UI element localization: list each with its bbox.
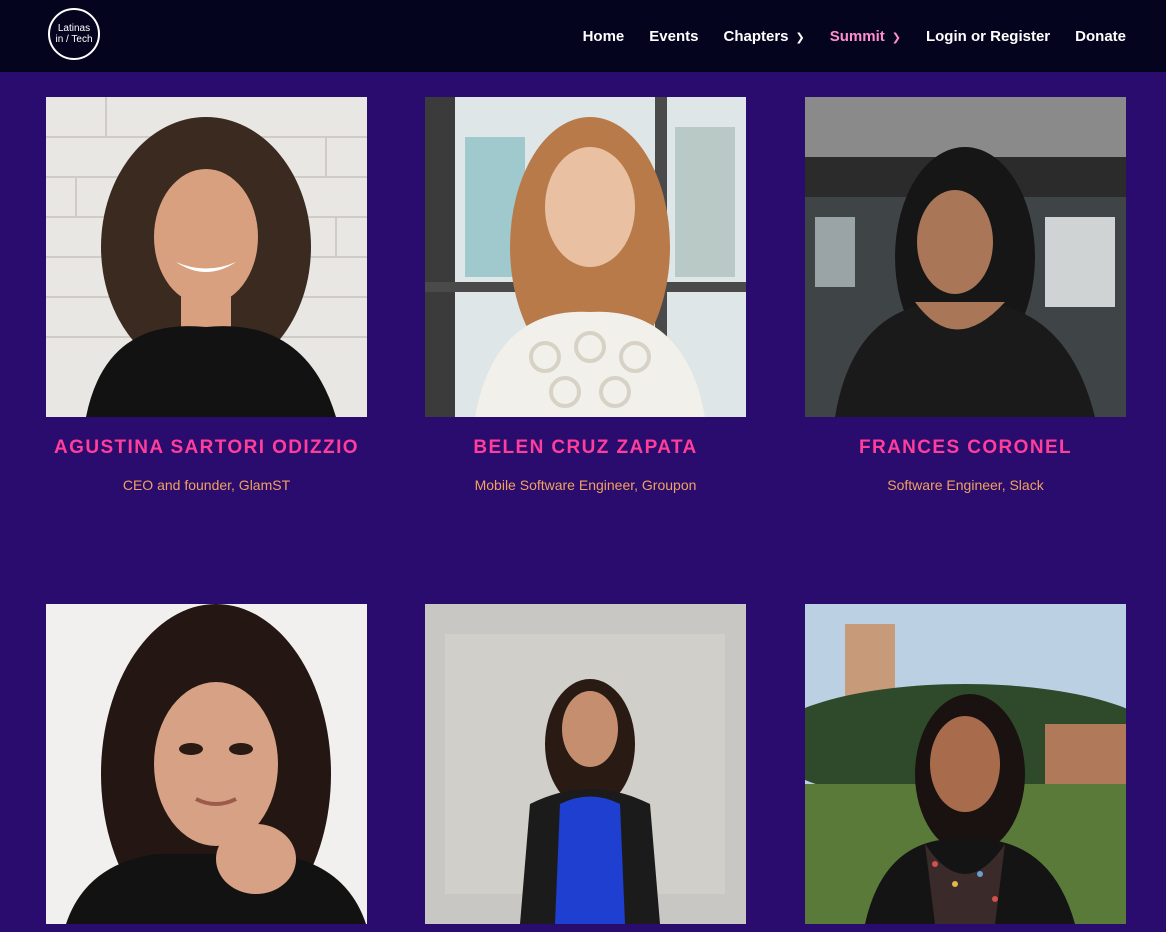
nav-summit-label: Summit <box>829 27 885 45</box>
nav-home-label: Home <box>582 27 625 45</box>
nav-login-register[interactable]: Login or Register <box>926 28 1050 45</box>
latinas-in-tech-logo[interactable]: Latinas in / Tech <box>48 8 100 60</box>
speaker-photo <box>805 604 1126 924</box>
speaker-photo <box>425 97 746 417</box>
nav-events[interactable]: Events <box>649 28 698 45</box>
speaker-role: CEO and founder, GlamST <box>122 477 291 493</box>
speaker-name: BELEN CRUZ ZAPATA <box>473 437 698 458</box>
speaker-photo <box>46 97 367 417</box>
nav-summit[interactable]: Summit ❯ <box>830 28 901 45</box>
speaker-name: AGUSTINA SARTORI ODIZZIO <box>54 437 359 458</box>
speaker-photo <box>46 604 367 924</box>
speaker-card <box>46 604 367 924</box>
speaker-card: AGUSTINA SARTORI ODIZZIO CEO and founder… <box>46 97 367 493</box>
nav-events-label: Events <box>649 27 699 45</box>
chevron-down-icon: ❯ <box>891 31 901 44</box>
top-navigation-bar: Latinas in / Tech Home Events Chapters ❯… <box>0 0 1166 72</box>
logo-line-1: Latinas <box>57 23 91 34</box>
speaker-card <box>425 604 746 924</box>
speaker-card <box>805 604 1126 924</box>
main-nav: Home Events Chapters ❯ Summit ❯ Login or… <box>558 0 1126 72</box>
speaker-name: FRANCES CORONEL <box>858 437 1073 458</box>
nav-chapters[interactable]: Chapters ❯ <box>723 28 804 45</box>
speaker-card: FRANCES CORONEL Software Engineer, Slack <box>805 97 1126 493</box>
nav-donate-label: Donate <box>1075 27 1126 45</box>
speaker-photo <box>425 604 746 924</box>
speaker-photo <box>805 97 1126 417</box>
nav-chapters-label: Chapters <box>723 27 789 45</box>
speaker-role: Software Engineer, Slack <box>887 477 1044 493</box>
chevron-down-icon: ❯ <box>795 31 805 44</box>
nav-login-register-label: Login or Register <box>925 27 1051 45</box>
logo-line-2: in / Tech <box>55 34 93 45</box>
speaker-card: BELEN CRUZ ZAPATA Mobile Software Engine… <box>425 97 746 493</box>
nav-donate[interactable]: Donate <box>1075 28 1126 45</box>
speaker-role: Mobile Software Engineer, Groupon <box>474 477 697 493</box>
nav-home[interactable]: Home <box>583 28 625 45</box>
